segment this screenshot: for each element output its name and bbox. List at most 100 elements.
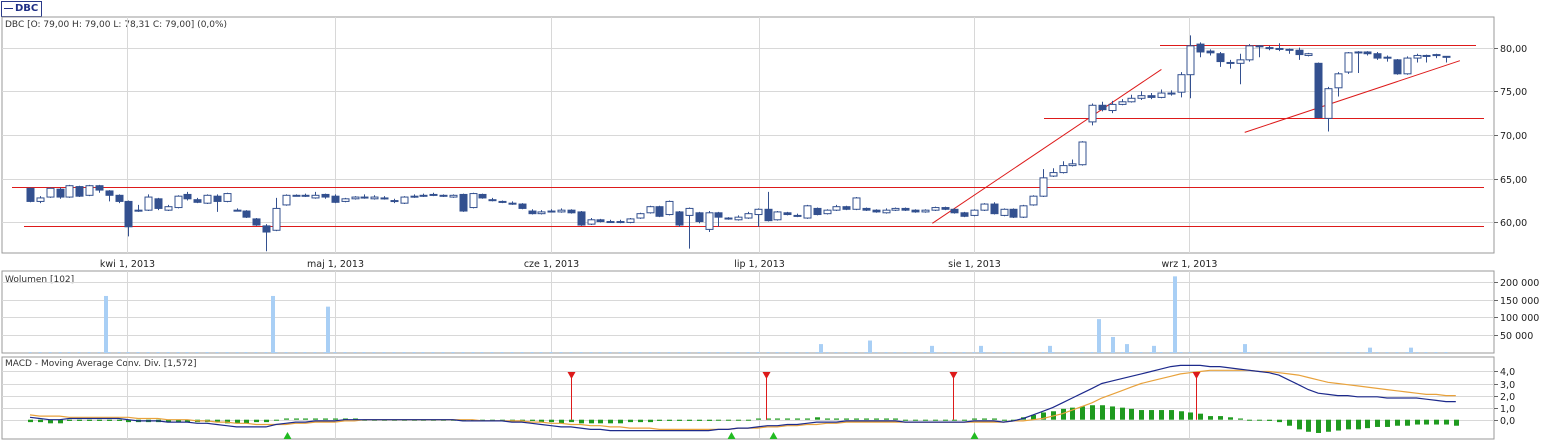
candle-body-up <box>606 221 615 224</box>
volume-bar-base <box>1179 352 1183 353</box>
volume-bar-base <box>1356 352 1360 353</box>
candle-body-up <box>1177 74 1186 93</box>
candle <box>65 184 74 198</box>
macd-histogram-bar <box>1218 416 1223 420</box>
volume-bar-base <box>451 352 455 353</box>
candle <box>134 204 143 212</box>
candle <box>636 212 645 219</box>
macd-histogram-bar <box>1247 419 1252 421</box>
candle <box>1098 101 1107 112</box>
volume-bar-base <box>294 352 298 353</box>
macd-histogram-bar <box>972 418 977 420</box>
candle-body-up <box>823 209 832 215</box>
candle-body-up <box>882 209 891 214</box>
volume-bar-base <box>1277 352 1281 353</box>
volume-bar-base <box>1218 352 1222 353</box>
chart-canvas[interactable]: kwi 1, 2013 maj 1, 2013 cze 1, 2013 lip 1, … <box>0 0 1543 443</box>
macd-histogram-bar <box>834 418 839 420</box>
candle <box>823 209 832 215</box>
candle-body-up <box>1344 52 1353 73</box>
candle-body-up <box>282 194 291 206</box>
candle <box>1324 86 1333 132</box>
macd-histogram-bar <box>1267 419 1272 421</box>
x-tick-label: wrz 1, 2013 <box>1162 259 1218 270</box>
price-y-tick-label: 65,00 <box>1500 175 1527 186</box>
candle <box>272 197 281 232</box>
candle <box>626 218 635 224</box>
buy-signal-marker <box>283 432 292 439</box>
macd-histogram-bar <box>117 419 122 421</box>
macd-histogram-bar <box>274 419 279 421</box>
candle-body-down <box>459 193 468 212</box>
candle <box>744 211 753 219</box>
candle <box>1059 161 1068 174</box>
candle <box>655 205 664 218</box>
volume-bar-base <box>490 352 494 353</box>
candle <box>1285 48 1294 54</box>
candle-body-up <box>134 209 143 212</box>
candle-body-up <box>341 198 350 202</box>
volume-bar-base <box>962 352 966 353</box>
volume-bar-base <box>903 352 907 353</box>
macd-histogram-bar <box>97 419 102 421</box>
candle <box>301 193 310 198</box>
volume-bar-base <box>1405 352 1409 353</box>
candle <box>488 197 497 202</box>
macd-histogram-bar <box>1208 416 1213 420</box>
volume-bar-base <box>480 352 484 353</box>
candle-body-down <box>105 190 114 196</box>
x-tick-label: sie 1, 2013 <box>948 259 1001 270</box>
volume-y-tick-label: 50 000 <box>1500 331 1533 342</box>
candle-body-down <box>901 207 910 211</box>
candle <box>390 198 399 204</box>
volume-bar-base <box>697 352 701 353</box>
volume-bar <box>1409 347 1413 353</box>
candle-body-down <box>498 200 507 203</box>
volume-y-tick-label: 200 000 <box>1500 278 1539 289</box>
volume-bar-base <box>1228 352 1232 353</box>
candle <box>557 208 566 213</box>
volume-bar-base <box>215 352 219 353</box>
volume-bar-base <box>943 352 947 353</box>
candle-body-up <box>587 219 596 225</box>
candle-body-down <box>1196 43 1205 53</box>
macd-histogram-bar <box>569 419 574 423</box>
volume-bar-base <box>530 352 534 353</box>
candle <box>242 210 251 219</box>
candle-body-up <box>400 196 409 204</box>
macd-histogram-bar <box>648 419 653 423</box>
candle-body-down <box>842 206 851 210</box>
volume-bar-base <box>225 352 229 353</box>
macd-histogram-bar <box>697 419 702 421</box>
candle-body-up <box>174 195 183 209</box>
candle <box>419 193 428 198</box>
candle-body-up <box>685 207 694 216</box>
volume-bar-base <box>1041 352 1045 353</box>
candle <box>498 200 507 204</box>
candle <box>596 218 605 223</box>
candle-body-down <box>1295 49 1304 56</box>
candle <box>1413 53 1422 63</box>
volume-bar <box>1111 336 1115 353</box>
volume-bar-base <box>1434 352 1438 353</box>
candle <box>1147 93 1156 100</box>
volume-bar-base <box>77 352 81 353</box>
candle-body-down <box>26 187 35 202</box>
candle-body-down <box>714 212 723 218</box>
macd-y-tick-label: 4,0 <box>1500 367 1515 378</box>
candle <box>115 194 124 204</box>
candle <box>262 224 271 252</box>
candle <box>852 197 861 211</box>
candle <box>646 205 655 214</box>
candle <box>872 209 881 213</box>
macd-histogram-bar <box>254 419 259 423</box>
volume-bar <box>1173 276 1177 353</box>
volume-bar-base <box>431 352 435 353</box>
candle-body-down <box>764 208 773 222</box>
volume-bar-base <box>657 352 661 353</box>
price-y-tick-label: 60,00 <box>1500 218 1527 229</box>
candle <box>813 207 822 216</box>
volume-bar-base <box>402 352 406 353</box>
volume-bar-base <box>1385 352 1389 353</box>
macd-histogram-bar <box>638 419 643 423</box>
